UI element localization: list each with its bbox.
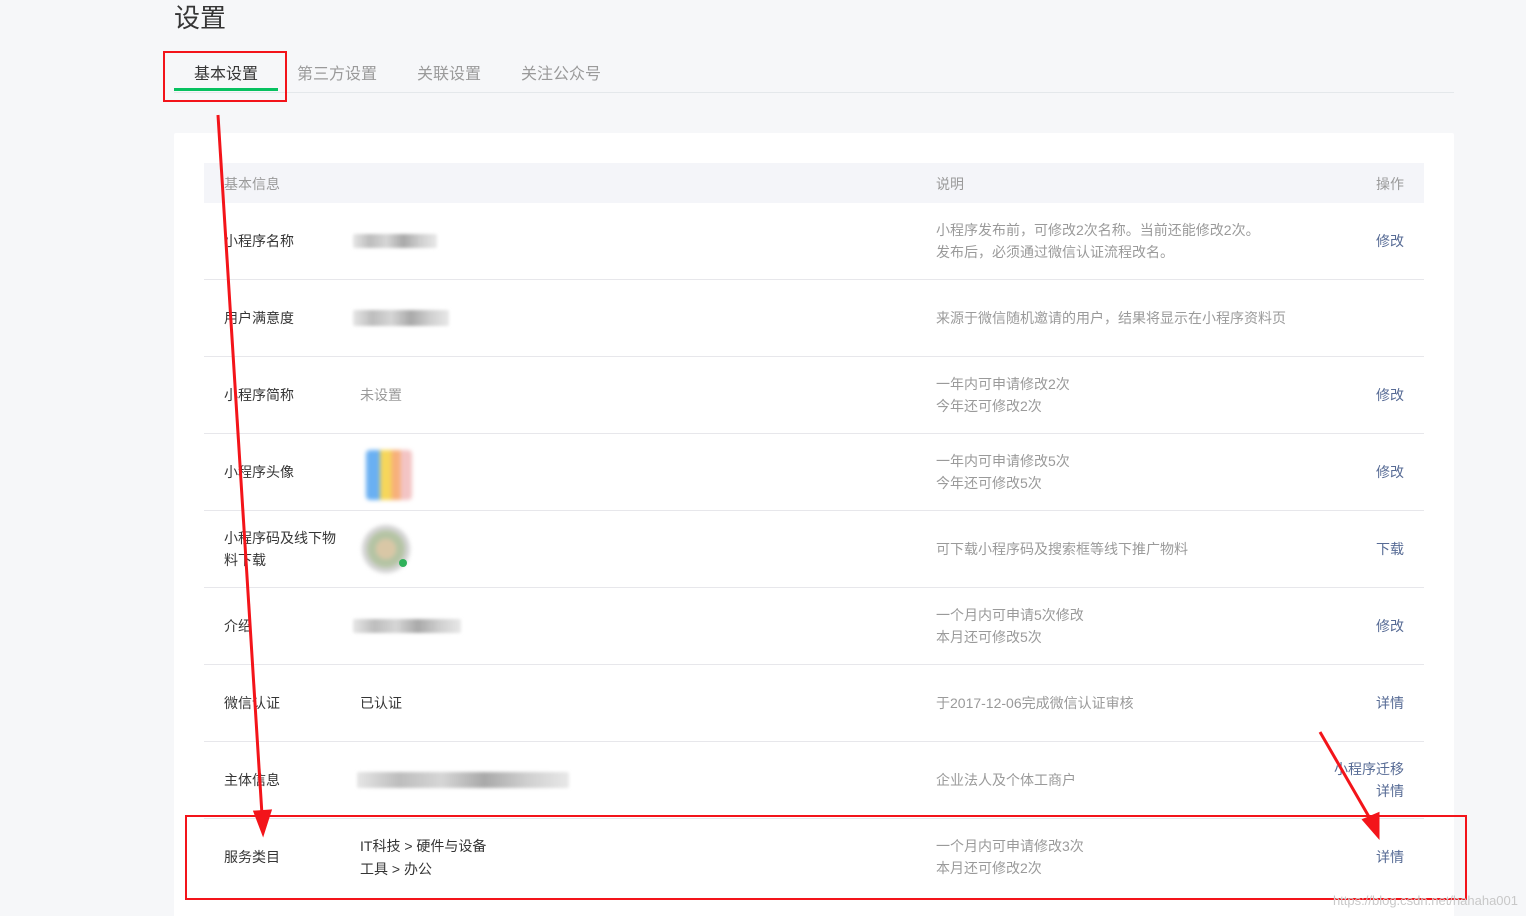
row-label: 小程序名称: [224, 233, 294, 249]
modify-link[interactable]: 修改: [1376, 230, 1404, 252]
modify-link[interactable]: 修改: [1376, 384, 1404, 406]
category-item: 工具 > 办公: [360, 861, 432, 877]
row-label: 小程序简称: [224, 387, 294, 403]
row-label: 用户满意度: [224, 310, 294, 326]
row-label: 主体信息: [224, 772, 280, 788]
table-row: 微信认证 已认证 于2017-12-06完成微信认证审核 详情: [204, 665, 1424, 742]
wechat-badge-icon: [399, 559, 407, 567]
migrate-link[interactable]: 小程序迁移: [1334, 758, 1404, 780]
header-description: 说明: [936, 176, 964, 192]
row-description: 一个月内可申请修改3次 本月还可修改2次: [936, 838, 1084, 876]
row-label: 服务类目: [224, 849, 280, 865]
modify-link[interactable]: 修改: [1376, 461, 1404, 483]
table-row: 主体信息 企业法人及个体工商户 小程序迁移 详情: [204, 742, 1424, 819]
table-row: 小程序简称 未设置 一年内可申请修改2次 今年还可修改2次 修改: [204, 357, 1424, 434]
table-row: 服务类目 IT科技 > 硬件与设备 工具 > 办公 一个月内可申请修改3次 本月…: [204, 819, 1424, 896]
row-label: 微信认证: [224, 695, 280, 711]
row-description: 来源于微信随机邀请的用户，结果将显示在小程序资料页: [936, 310, 1286, 326]
table-row: 介绍 一个月内可申请5次修改 本月还可修改5次 修改: [204, 588, 1424, 665]
table-row: 小程序头像 一年内可申请修改5次 今年还可修改5次 修改: [204, 434, 1424, 511]
blurred-satisfaction-value: [353, 310, 449, 326]
table-row: 小程序名称 小程序发布前，可修改2次名称。当前还能修改2次。 发布后，必须通过微…: [204, 203, 1424, 280]
row-operations: 小程序迁移 详情: [1334, 758, 1404, 802]
verification-status: 已认证: [360, 695, 402, 711]
tab-linked-settings[interactable]: 关联设置: [417, 60, 481, 84]
details-link[interactable]: 详情: [1376, 692, 1404, 714]
blurred-subject-value: [357, 772, 569, 788]
page-title: 设置: [174, 3, 227, 33]
active-tab-indicator: [174, 88, 278, 91]
basic-info-table: 基本信息 说明 操作 小程序名称 小程序发布前，可修改2次名称。当前还能修改2次…: [204, 163, 1424, 896]
row-description: 企业法人及个体工商户: [936, 772, 1076, 788]
row-description: 一个月内可申请5次修改 本月还可修改5次: [936, 607, 1084, 645]
avatar: [366, 450, 412, 500]
tab-third-party-settings[interactable]: 第三方设置: [297, 60, 377, 84]
row-description: 小程序发布前，可修改2次名称。当前还能修改2次。 发布后，必须通过微信认证流程改…: [936, 222, 1260, 260]
service-category-list: IT科技 > 硬件与设备 工具 > 办公: [360, 835, 486, 881]
row-description: 可下载小程序码及搜索框等线下推广物料: [936, 541, 1188, 557]
settings-card: 基本信息 说明 操作 小程序名称 小程序发布前，可修改2次名称。当前还能修改2次…: [174, 133, 1454, 916]
tab-basic-settings[interactable]: 基本设置: [194, 60, 258, 84]
category-item: IT科技 > 硬件与设备: [360, 838, 487, 854]
header-basic-info: 基本信息: [224, 176, 280, 192]
row-label: 介绍: [224, 618, 252, 634]
watermark: https://blog.csdn.net/hahaha001: [1332, 893, 1518, 908]
tab-bar: 基本设置 第三方设置 关联设置 关注公众号: [174, 50, 1454, 93]
modify-link[interactable]: 修改: [1376, 615, 1404, 637]
row-label: 小程序头像: [224, 464, 294, 480]
short-name-value: 未设置: [360, 387, 402, 403]
details-link[interactable]: 详情: [1334, 780, 1404, 802]
table-row: 用户满意度 来源于微信随机邀请的用户，结果将显示在小程序资料页: [204, 280, 1424, 357]
blurred-intro-value: [353, 619, 461, 633]
table-header: 基本信息 说明 操作: [204, 163, 1424, 203]
tab-follow-official-account[interactable]: 关注公众号: [521, 60, 601, 84]
row-description: 于2017-12-06完成微信认证审核: [936, 695, 1134, 711]
blurred-name-value: [353, 234, 437, 248]
table-row: 小程序码及线下物料下载 可下载小程序码及搜索框等线下推广物料 下载: [204, 511, 1424, 588]
row-label: 小程序码及线下物料下载: [224, 530, 336, 568]
details-link[interactable]: 详情: [1376, 846, 1404, 868]
header-operation: 操作: [1376, 176, 1404, 192]
download-link[interactable]: 下载: [1376, 538, 1404, 560]
row-description: 一年内可申请修改2次 今年还可修改2次: [936, 376, 1070, 414]
row-description: 一年内可申请修改5次 今年还可修改5次: [936, 453, 1070, 491]
